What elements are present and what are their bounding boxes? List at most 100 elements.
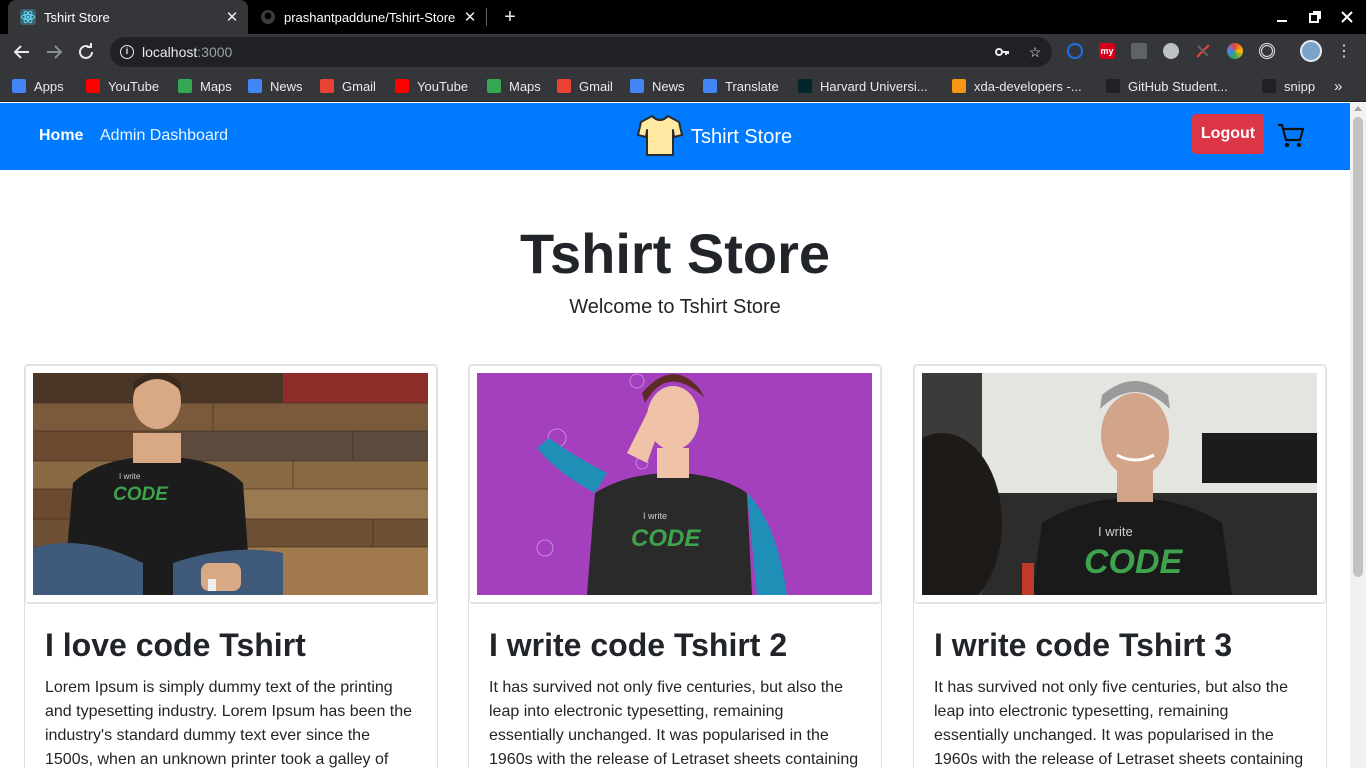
brand[interactable]: Tshirt Store: [637, 113, 793, 162]
restore-icon[interactable]: [1298, 0, 1332, 34]
site-info-icon[interactable]: i: [120, 45, 134, 59]
product-description: It has survived not only five centuries,…: [934, 679, 1304, 768]
site-navbar: Home Admin Dashboard Tshirt Store Logout: [0, 103, 1350, 170]
github-icon: [1106, 79, 1120, 93]
product-title: I love code Tshirt: [45, 627, 306, 663]
page-title: Tshirt Store: [519, 222, 831, 285]
product-image-frame: I write CODE: [25, 365, 437, 604]
extension-color-icon[interactable]: [1227, 43, 1243, 59]
bookmark-item[interactable]: YouTube: [86, 77, 159, 95]
xda-icon: [952, 79, 966, 93]
extension-slash-icon[interactable]: [1195, 43, 1211, 59]
reload-icon[interactable]: [74, 40, 98, 64]
nav-admin-dashboard-link[interactable]: Admin Dashboard: [100, 127, 228, 145]
bookmark-label: YouTube: [108, 78, 160, 94]
maps-icon: [487, 79, 501, 93]
product-image[interactable]: I write CODE: [33, 373, 428, 595]
tab-tshirt-store[interactable]: Tshirt Store ✕: [8, 0, 248, 34]
address-bar[interactable]: i localhost:3000 ☆: [110, 37, 1052, 67]
bookmark-item[interactable]: GitHub Student...: [1106, 77, 1228, 95]
extension-badge-icon[interactable]: [1131, 43, 1147, 59]
extension-target-icon[interactable]: [1259, 43, 1275, 59]
bookmark-label: snipp: [1284, 78, 1316, 94]
back-arrow-icon[interactable]: [10, 40, 34, 64]
gmail-icon: [557, 79, 571, 93]
bookmark-label: Translate: [725, 78, 779, 94]
new-tab-plus-icon[interactable]: +: [500, 6, 520, 28]
minimize-icon[interactable]: [1265, 0, 1299, 34]
shirt-print-small: I write: [119, 472, 141, 481]
scrollbar-thumb[interactable]: [1353, 117, 1363, 577]
close-icon[interactable]: ✕: [462, 8, 478, 26]
product-card: I write CODE I write code Tshirt 2 It ha…: [468, 364, 882, 768]
bookmark-item[interactable]: Gmail: [320, 77, 376, 95]
nav-home-link[interactable]: Home: [39, 127, 83, 145]
extension-my-icon[interactable]: my: [1099, 43, 1115, 59]
bookmark-item[interactable]: Gmail: [557, 77, 613, 95]
close-window-icon[interactable]: [1330, 0, 1364, 34]
bookmark-label: Maps: [200, 78, 232, 94]
bookmark-item[interactable]: YouTube: [395, 77, 468, 95]
shirt-print-small: I write: [643, 511, 667, 521]
news-icon: [630, 79, 644, 93]
more-menu-icon[interactable]: ⋮: [1332, 40, 1356, 64]
logout-button[interactable]: Logout: [1192, 114, 1264, 154]
maps-icon: [178, 79, 192, 93]
product-description: It has survived not only five centuries,…: [489, 679, 859, 768]
product-image-frame: I write CODE: [469, 365, 881, 604]
github-icon: [260, 9, 276, 25]
forward-arrow-icon[interactable]: [42, 40, 66, 64]
close-icon[interactable]: ✕: [224, 8, 240, 26]
bookmark-item[interactable]: News: [630, 77, 685, 95]
tshirt-logo-icon: [637, 113, 683, 162]
browser-toolbar: i localhost:3000 ☆ my ⋮: [0, 34, 1366, 70]
bookmark-label: xda-developers -...: [974, 78, 1082, 94]
bookmark-item[interactable]: snipp: [1262, 77, 1315, 95]
bookmark-item[interactable]: Harvard Universi...: [798, 77, 928, 95]
bookmark-item[interactable]: Apps: [12, 77, 64, 95]
extension-circle-icon[interactable]: [1067, 43, 1083, 59]
product-image[interactable]: I write CODE: [477, 373, 872, 595]
profile-avatar[interactable]: [1300, 40, 1322, 62]
page-scrollbar[interactable]: [1350, 103, 1366, 768]
bookmark-label: News: [270, 78, 303, 94]
brand-name: Tshirt Store: [691, 125, 793, 148]
github-icon: [1262, 79, 1276, 93]
bookmark-label: Gmail: [342, 78, 376, 94]
bookmark-label: GitHub Student...: [1128, 78, 1228, 94]
tab-title: prashantpaddune/Tshirt-Store: [284, 9, 456, 25]
url-text: localhost:3000: [142, 44, 233, 60]
tab-title: Tshirt Store: [44, 9, 110, 25]
bookmark-label: News: [652, 78, 685, 94]
cart-icon[interactable]: [1277, 123, 1305, 149]
edx-icon: [798, 79, 812, 93]
product-description: Lorem Ipsum is simply dummy text of the …: [45, 679, 413, 768]
bookmark-label: YouTube: [417, 78, 469, 94]
page-subtitle: Welcome to Tshirt Store: [569, 296, 781, 318]
product-title: I write code Tshirt 3: [934, 627, 1233, 663]
bookmark-label: Apps: [34, 78, 64, 94]
shirt-print-small: I write: [1098, 524, 1133, 539]
key-icon[interactable]: [994, 44, 1010, 60]
product-card: I write CODE I write code Tshirt 3 It ha…: [913, 364, 1327, 768]
shirt-print-code: CODE: [113, 484, 169, 505]
youtube-icon: [395, 79, 409, 93]
more-bookmarks-button[interactable]: »: [1334, 77, 1342, 95]
scroll-up-arrow-icon[interactable]: [1354, 106, 1362, 111]
bookmark-item[interactable]: xda-developers -...: [952, 77, 1082, 95]
product-image[interactable]: I write CODE: [922, 373, 1317, 595]
page-viewport: Home Admin Dashboard Tshirt Store Logout…: [0, 103, 1350, 768]
product-image-frame: I write CODE: [914, 365, 1326, 604]
apps-grid-icon: [12, 79, 26, 93]
product-card: I write CODE I love code Tshirt Lorem Ip…: [24, 364, 438, 768]
bookmark-star-icon[interactable]: ☆: [1027, 44, 1043, 60]
youtube-icon: [86, 79, 100, 93]
tab-github[interactable]: prashantpaddune/Tshirt-Store ✕: [248, 0, 486, 34]
product-title: I write code Tshirt 2: [489, 627, 788, 663]
bookmark-item[interactable]: Maps: [178, 77, 232, 95]
extension-grey-icon[interactable]: [1163, 43, 1179, 59]
bookmark-item[interactable]: Maps: [487, 77, 541, 95]
bookmark-item[interactable]: News: [248, 77, 303, 95]
bookmark-item[interactable]: Translate: [703, 77, 779, 95]
browser-tab-strip: Tshirt Store ✕ prashantpaddune/Tshirt-St…: [0, 0, 1366, 34]
